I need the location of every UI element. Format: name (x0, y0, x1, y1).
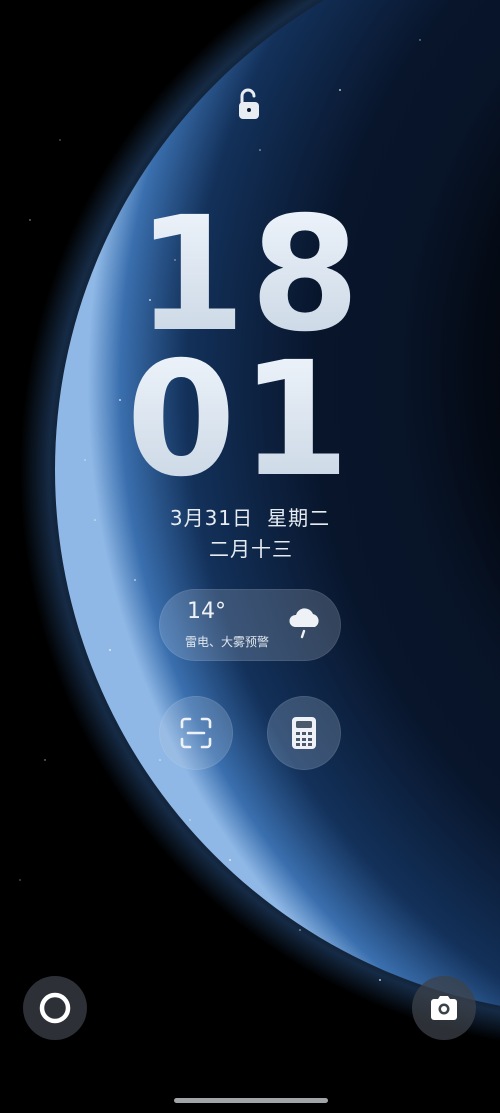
camera-icon (431, 996, 457, 1020)
scan-button[interactable] (159, 696, 233, 770)
lunar-date: 二月十三 (209, 537, 293, 561)
scan-icon (180, 717, 212, 749)
weather-alert: 雷电、大雾预警 (185, 635, 270, 649)
weather-widget[interactable]: 14° 雷电、大雾预警 (159, 589, 341, 661)
calculator-icon (292, 717, 316, 749)
camera-button[interactable] (412, 976, 476, 1040)
lock-screen: 18 01 3月31日 星期二 二月十三 14° 雷电、大雾预警 (0, 0, 500, 1113)
assistant-button[interactable] (23, 976, 87, 1040)
calculator-button[interactable] (267, 696, 341, 770)
date-weekday: 星期二 (267, 506, 331, 530)
unlocked-padlock-icon (239, 88, 259, 119)
clock-minutes: 01 (0, 341, 490, 499)
date-month-day: 3月31日 (169, 506, 254, 530)
home-indicator[interactable] (174, 1098, 328, 1103)
date-line: 3月31日 星期二 (0, 502, 500, 531)
circle-assistant-icon (39, 992, 71, 1024)
cloud-rain-icon (289, 608, 319, 639)
weather-temperature: 14° (187, 599, 226, 624)
